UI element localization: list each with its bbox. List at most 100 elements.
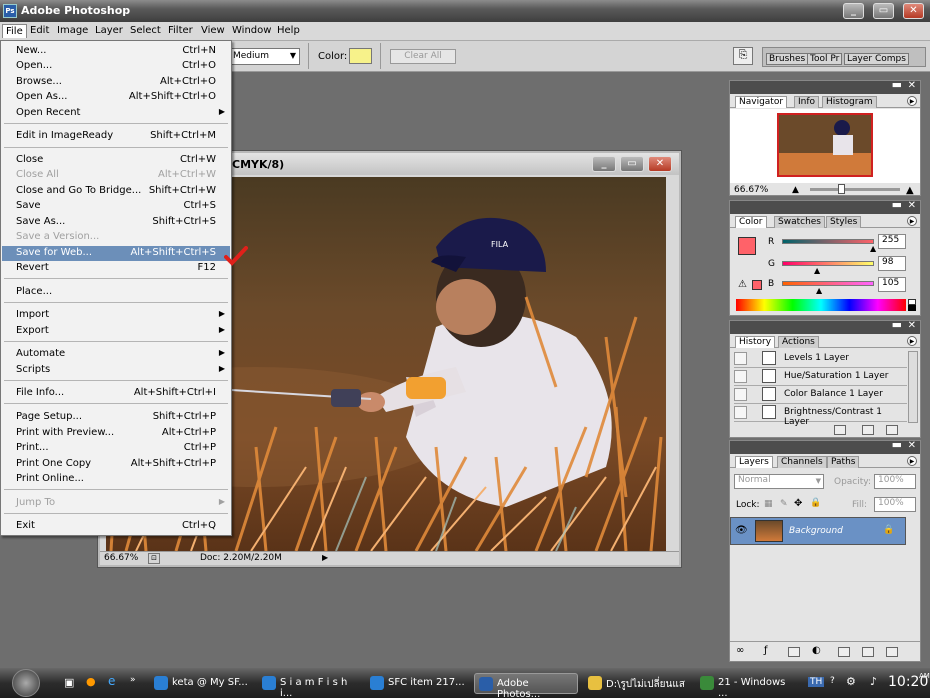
menu-item-exit[interactable]: Exit Ctrl+Q [2, 519, 230, 534]
palette-menu-icon[interactable]: ▶ [907, 456, 917, 466]
menu-item-export[interactable]: Export ▶ [2, 324, 230, 339]
status-arrow-icon[interactable]: ▶ [322, 553, 328, 562]
lock-icon[interactable]: 🔒 [810, 498, 821, 508]
menu-item-import[interactable]: Import ▶ [2, 308, 230, 323]
menu-layer[interactable]: Layer [92, 24, 126, 37]
tab-info[interactable]: Info [794, 96, 820, 108]
menu-item-automate[interactable]: Automate ▶ [2, 347, 230, 362]
tab-navigator[interactable]: Navigator [735, 96, 788, 108]
layer-row-background[interactable]: 👁 Background 🔒 [730, 517, 906, 545]
palette-header[interactable]: ▬ ✕ [730, 318, 920, 334]
color-swatch[interactable] [349, 48, 372, 64]
task-button[interactable]: SFC item 217... [366, 673, 470, 694]
tray-speaker-icon[interactable]: ♪ [870, 675, 877, 688]
menu-item-print-with-preview[interactable]: Print with Preview... Alt+Ctrl+P [2, 426, 230, 441]
opacity-field[interactable]: 100% [874, 474, 916, 489]
file-browser-icon[interactable]: ⎘ [733, 47, 753, 65]
new-layer-icon[interactable] [862, 647, 874, 657]
doc-minimize-button[interactable]: _ [592, 156, 616, 172]
tab-channels[interactable]: Channels [777, 456, 827, 468]
blend-mode-select[interactable]: Normal ▼ [734, 474, 824, 489]
minimize-button[interactable]: _ [843, 3, 864, 19]
firefox-icon[interactable]: ● [86, 675, 96, 688]
tab-tool-presets[interactable]: Tool Pr [807, 53, 843, 65]
tab-paths[interactable]: Paths [827, 456, 860, 468]
menu-item-save-as[interactable]: Save As... Shift+Ctrl+S [2, 215, 230, 230]
task-button[interactable]: 21 - Windows ... [696, 673, 800, 698]
navigator-zoom[interactable]: 66.67% [734, 185, 768, 195]
doc-close-button[interactable]: ✕ [648, 156, 672, 172]
new-document-icon[interactable] [834, 425, 846, 435]
menu-item-open-recent[interactable]: Open Recent ▶ [2, 106, 230, 121]
palette-header[interactable]: ▬ ✕ [730, 198, 920, 214]
zoom-in-icon[interactable]: ▲ [906, 185, 914, 196]
palette-header[interactable]: ▬ ✕ [730, 438, 920, 454]
tab-layers[interactable]: Layers [735, 456, 773, 468]
menu-image[interactable]: Image [54, 24, 91, 37]
zoom-slider-handle[interactable] [838, 184, 845, 194]
show-desktop-icon[interactable]: ▣ [64, 676, 74, 689]
fill-field[interactable]: 100% [874, 497, 916, 512]
menu-item-edit-in-imageready[interactable]: Edit in ImageReady Shift+Ctrl+M [2, 129, 230, 144]
gamut-swatch[interactable] [752, 280, 762, 290]
menu-item-save[interactable]: Save Ctrl+S [2, 199, 230, 214]
clear-all-button[interactable]: Clear All [390, 49, 456, 64]
menu-view[interactable]: View [198, 24, 228, 37]
red-slider-handle[interactable]: ▲ [870, 244, 876, 253]
menu-filter[interactable]: Filter [165, 24, 196, 37]
menu-item-page-setup[interactable]: Page Setup... Shift+Ctrl+P [2, 410, 230, 425]
menu-item-place[interactable]: Place... [2, 285, 230, 300]
menu-window[interactable]: Window [229, 24, 274, 37]
blue-value-field[interactable]: 105 [878, 277, 906, 292]
link-icon[interactable]: ∞ [736, 645, 744, 656]
ie-icon[interactable]: e [108, 674, 115, 688]
menu-item-save-for-web[interactable]: Save for Web... Alt+Shift+Ctrl+S [2, 246, 230, 261]
chevron-right-icon[interactable]: » [130, 675, 136, 685]
history-item[interactable]: Levels 1 Layer [734, 350, 907, 368]
trash-icon[interactable] [886, 425, 898, 435]
lock-transparency-icon[interactable]: ▦ [764, 499, 773, 509]
blue-slider[interactable] [782, 281, 874, 286]
zoom-out-icon[interactable]: ▲ [792, 185, 799, 195]
foreground-color-swatch[interactable] [738, 237, 756, 255]
mode-select[interactable]: Medium ▼ [222, 48, 300, 65]
menu-item-new[interactable]: New... Ctrl+N [2, 44, 230, 59]
tab-history[interactable]: History [735, 336, 776, 348]
gamut-warning-icon[interactable]: ⚠ [738, 279, 747, 290]
menu-select[interactable]: Select [127, 24, 164, 37]
task-button[interactable]: D:\รูปไม่เปลี่ยนแส [584, 673, 692, 694]
tab-styles[interactable]: Styles [826, 216, 862, 228]
menu-item-open[interactable]: Open... Ctrl+O [2, 59, 230, 74]
menu-item-browse[interactable]: Browse... Alt+Ctrl+O [2, 75, 230, 90]
menu-item-print[interactable]: Print... Ctrl+P [2, 441, 230, 456]
mask-icon[interactable] [788, 647, 800, 657]
close-button[interactable]: ✕ [903, 3, 924, 19]
red-value-field[interactable]: 255 [878, 234, 906, 249]
green-value-field[interactable]: 98 [878, 256, 906, 271]
zoom-slider[interactable] [810, 184, 900, 194]
layer-name[interactable]: Background [789, 526, 843, 536]
task-button[interactable]: keta @ My SF... [150, 673, 254, 694]
tray-help-icon[interactable]: ? [830, 676, 835, 686]
palette-menu-icon[interactable]: ▶ [907, 336, 917, 346]
palette-menu-icon[interactable]: ▶ [907, 216, 917, 226]
menu-item-close[interactable]: Close Ctrl+W [2, 153, 230, 168]
red-slider[interactable] [782, 239, 874, 244]
history-item[interactable]: Brightness/Contrast 1 Layer [734, 404, 907, 427]
status-menu-icon[interactable]: ⊡ [148, 553, 160, 564]
menu-item-print-one-copy[interactable]: Print One Copy Alt+Shift+Ctrl+P [2, 457, 230, 472]
green-slider-handle[interactable]: ▲ [814, 266, 820, 275]
menu-item-open-as[interactable]: Open As... Alt+Shift+Ctrl+O [2, 90, 230, 105]
tab-layer-comps[interactable]: Layer Comps [844, 53, 909, 65]
green-slider[interactable] [782, 261, 874, 266]
snapshot-icon[interactable] [862, 425, 874, 435]
lock-move-icon[interactable]: ✥ [794, 498, 802, 509]
doc-maximize-button[interactable]: ▭ [620, 156, 644, 172]
menu-edit[interactable]: Edit [27, 24, 52, 37]
lock-brush-icon[interactable]: ✎ [780, 499, 788, 509]
tray-network-icon[interactable]: ⚙ [846, 675, 856, 688]
palette-menu-icon[interactable]: ▶ [907, 96, 917, 106]
start-button[interactable] [12, 669, 40, 697]
task-button-active[interactable]: Adobe Photos... [474, 673, 578, 698]
tab-color[interactable]: Color [735, 216, 767, 228]
